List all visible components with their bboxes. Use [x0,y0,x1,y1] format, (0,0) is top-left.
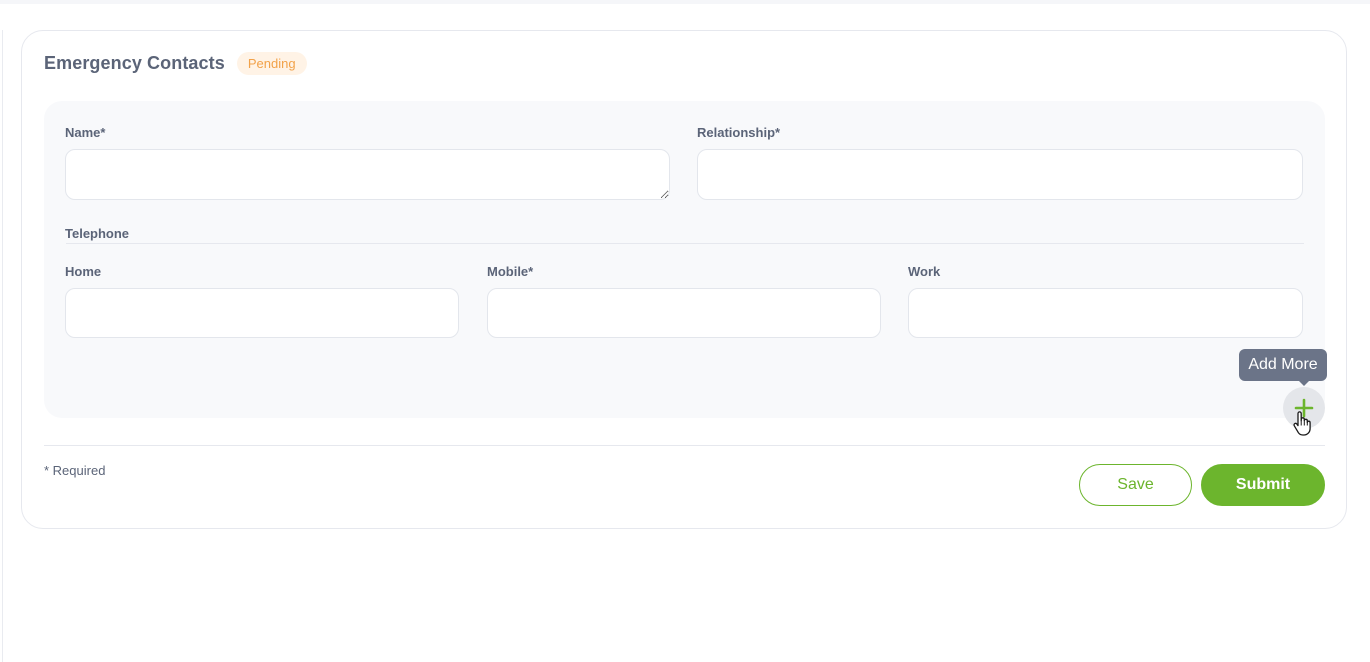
left-divider [2,30,3,662]
home-phone-field[interactable] [65,288,459,338]
hand-cursor-icon [1293,411,1311,436]
section-title: Emergency Contacts [44,53,225,73]
telephone-divider [66,243,1304,244]
telephone-heading: Telephone [65,226,130,241]
tooltip-arrow [1298,380,1310,386]
required-note: * Required [44,463,106,478]
contact-form-panel: Name* Relationship* Telephone Home Mobil… [44,101,1325,418]
work-label: Work [908,264,941,279]
work-phone-field[interactable] [908,288,1303,338]
card-header: Emergency Contacts Pending [44,52,307,75]
status-badge: Pending [236,52,307,75]
mobile-label: Mobile* [487,264,534,279]
relationship-label: Relationship* [697,125,781,140]
relationship-field[interactable] [697,149,1303,200]
name-label: Name* [65,125,106,140]
emergency-contacts-card: Emergency Contacts Pending Name* Relatio… [21,30,1347,529]
save-button[interactable]: Save [1079,464,1192,506]
name-field[interactable] [65,149,670,200]
home-label: Home [65,264,102,279]
mobile-phone-field[interactable] [487,288,881,338]
top-strip [0,0,1370,4]
submit-button[interactable]: Submit [1201,464,1325,506]
add-more-tooltip: Add More [1239,349,1327,381]
footer-divider [44,445,1325,446]
